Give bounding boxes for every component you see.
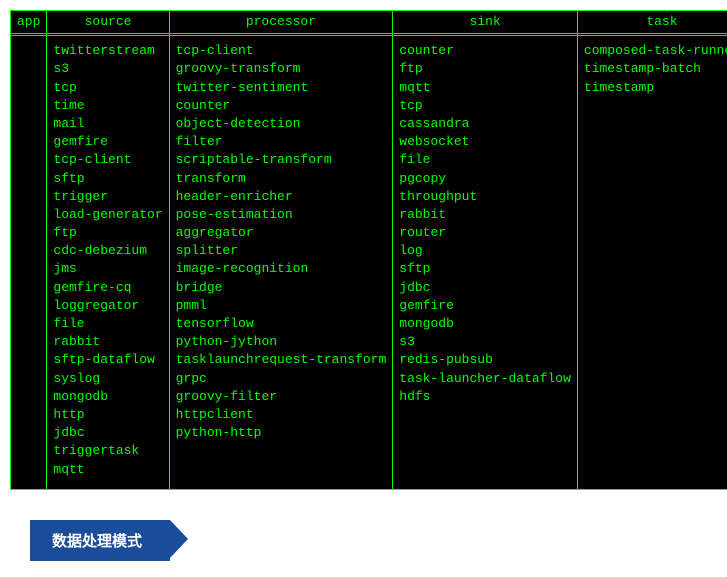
list-item: tensorflow xyxy=(176,315,387,333)
column-header-source: source xyxy=(47,11,168,36)
list-item: timestamp xyxy=(584,79,727,97)
list-item: transform xyxy=(176,170,387,188)
list-item: syslog xyxy=(53,370,162,388)
list-item: sftp xyxy=(399,260,571,278)
list-item: trigger xyxy=(53,188,162,206)
column-body-processor: tcp-clientgroovy-transformtwitter-sentim… xyxy=(169,36,393,452)
list-item: websocket xyxy=(399,133,571,151)
list-item: s3 xyxy=(53,60,162,78)
list-item: router xyxy=(399,224,571,242)
column-body-app xyxy=(10,36,46,52)
list-item: python-http xyxy=(176,424,387,442)
list-item: tcp-client xyxy=(53,151,162,169)
list-item: pose-estimation xyxy=(176,206,387,224)
list-item: composed-task-runner xyxy=(584,42,727,60)
list-item: load-generator xyxy=(53,206,162,224)
column-header-task: task xyxy=(578,11,727,36)
list-item: aggregator xyxy=(176,224,387,242)
list-item: gemfire xyxy=(399,297,571,315)
list-item: throughput xyxy=(399,188,571,206)
list-item: cdc-debezium xyxy=(53,242,162,260)
list-item: bridge xyxy=(176,279,387,297)
list-item: mqtt xyxy=(53,461,162,479)
list-item: cassandra xyxy=(399,115,571,133)
list-item: filter xyxy=(176,133,387,151)
list-item: grpc xyxy=(176,370,387,388)
list-item: tasklaunchrequest-transform xyxy=(176,351,387,369)
list-item: groovy-transform xyxy=(176,60,387,78)
list-item: rabbit xyxy=(399,206,571,224)
list-item: image-recognition xyxy=(176,260,387,278)
column-header-sink: sink xyxy=(393,11,577,36)
list-item: jdbc xyxy=(399,279,571,297)
list-item: mongodb xyxy=(399,315,571,333)
column-sink: sinkcounterftpmqtttcpcassandrawebsocketf… xyxy=(393,11,578,489)
list-item: log xyxy=(399,242,571,260)
column-body-source: twitterstreams3tcptimemailgemfiretcp-cli… xyxy=(46,36,168,489)
list-item: mail xyxy=(53,115,162,133)
list-item: hdfs xyxy=(399,388,571,406)
list-item: twitterstream xyxy=(53,42,162,60)
column-body-task: composed-task-runnertimestamp-batchtimes… xyxy=(577,36,727,107)
column-source: sourcetwitterstreams3tcptimemailgemfiret… xyxy=(47,11,169,489)
column-processor: processortcp-clientgroovy-transformtwitt… xyxy=(170,11,394,489)
list-item: twitter-sentiment xyxy=(176,79,387,97)
list-item: pmml xyxy=(176,297,387,315)
list-item: http xyxy=(53,406,162,424)
list-item: mqtt xyxy=(399,79,571,97)
list-item: file xyxy=(53,315,162,333)
list-item: tcp-client xyxy=(176,42,387,60)
list-item: gemfire xyxy=(53,133,162,151)
list-item: sftp xyxy=(53,170,162,188)
list-item: ftp xyxy=(53,224,162,242)
section-heading-banner: 数据处理模式 xyxy=(30,520,170,561)
list-item: pgcopy xyxy=(399,170,571,188)
list-item: file xyxy=(399,151,571,169)
list-item: task-launcher-dataflow xyxy=(399,370,571,388)
list-item: httpclient xyxy=(176,406,387,424)
list-item: rabbit xyxy=(53,333,162,351)
list-item: mongodb xyxy=(53,388,162,406)
list-item: python-jython xyxy=(176,333,387,351)
section-heading-text: 数据处理模式 xyxy=(52,533,142,550)
list-item: groovy-filter xyxy=(176,388,387,406)
list-item: ftp xyxy=(399,60,571,78)
list-item: header-enricher xyxy=(176,188,387,206)
list-item: counter xyxy=(399,42,571,60)
list-item: sftp-dataflow xyxy=(53,351,162,369)
list-item: time xyxy=(53,97,162,115)
list-item: counter xyxy=(176,97,387,115)
list-item: redis-pubsub xyxy=(399,351,571,369)
list-item: gemfire-cq xyxy=(53,279,162,297)
list-item: jms xyxy=(53,260,162,278)
column-body-sink: counterftpmqtttcpcassandrawebsocketfilep… xyxy=(392,36,577,416)
list-item: scriptable-transform xyxy=(176,151,387,169)
list-item: triggertask xyxy=(53,442,162,460)
list-item: tcp xyxy=(53,79,162,97)
list-item: loggregator xyxy=(53,297,162,315)
list-item: timestamp-batch xyxy=(584,60,727,78)
list-item: splitter xyxy=(176,242,387,260)
list-item: s3 xyxy=(399,333,571,351)
list-item: jdbc xyxy=(53,424,162,442)
column-header-processor: processor xyxy=(170,11,393,36)
column-app: app xyxy=(11,11,47,489)
list-item: tcp xyxy=(399,97,571,115)
app-list-table: appsourcetwitterstreams3tcptimemailgemfi… xyxy=(10,10,727,490)
list-item: object-detection xyxy=(176,115,387,133)
column-header-app: app xyxy=(11,11,46,36)
column-task: taskcomposed-task-runnertimestamp-batcht… xyxy=(578,11,727,489)
